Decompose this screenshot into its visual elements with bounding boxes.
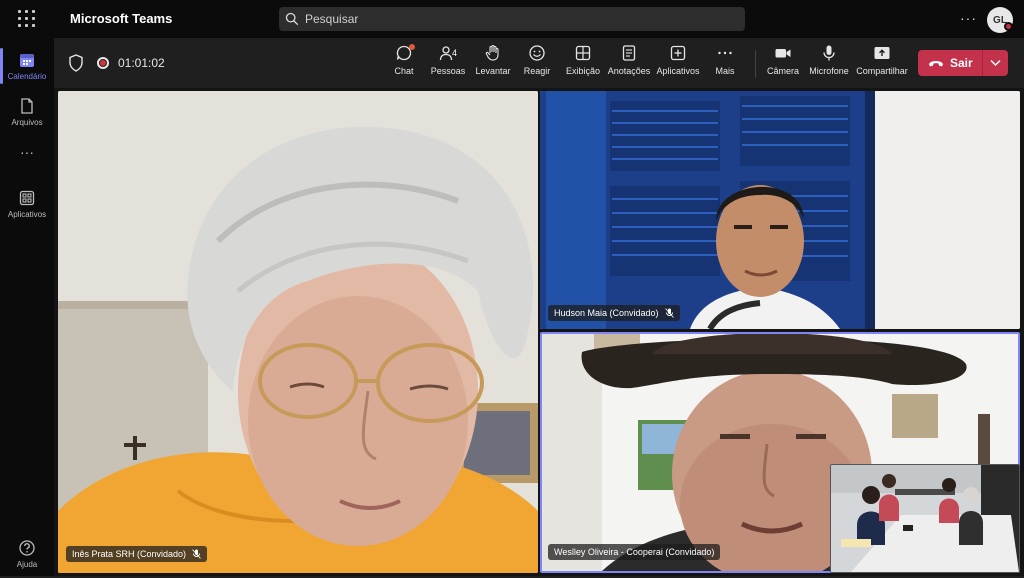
settings-more-button[interactable]: ··· [960, 10, 977, 26]
search-icon [285, 12, 299, 26]
people-count: 4 [452, 48, 458, 58]
microphone-button[interactable]: Microfone [808, 44, 850, 84]
app-rail: Calendário Arquivos ··· Aplicativos Ajud… [0, 38, 54, 576]
leave-options-button[interactable] [983, 50, 1008, 76]
hang-up-icon [929, 61, 943, 67]
react-label: Reagir [523, 66, 551, 76]
app-title: Microsoft Teams [70, 11, 173, 26]
rail-item-label: Aplicativos [7, 210, 47, 219]
people-button-label: Pessoas [430, 66, 466, 76]
search-box[interactable] [279, 7, 745, 31]
recording-indicator-icon [97, 57, 109, 69]
add-apps-icon [670, 45, 686, 61]
participant-name: Weslley Oliveira - Cooperai (Convidado) [554, 547, 715, 557]
react-button[interactable]: Reagir [521, 44, 553, 84]
camera-icon [775, 49, 791, 58]
notes-button[interactable]: Anotações [607, 44, 651, 84]
microphone-label: Microfone [809, 66, 849, 76]
chat-button-label: Chat [394, 66, 414, 76]
more-label: Mais [715, 66, 735, 76]
mic-muted-icon [192, 549, 201, 559]
mic-muted-icon [664, 308, 674, 318]
presence-status-icon [1004, 22, 1013, 31]
chevron-down-icon [990, 59, 1001, 67]
shield-icon[interactable] [68, 54, 84, 72]
rail-item-label: Calendário [7, 72, 47, 81]
camera-button[interactable]: Câmera [767, 44, 799, 84]
rail-item-calendar[interactable]: Calendário [0, 42, 54, 90]
notes-icon [622, 45, 636, 61]
rail-item-apps[interactable]: Aplicativos [0, 180, 54, 228]
rail-more-button[interactable]: ··· [0, 144, 54, 160]
file-icon [21, 98, 33, 114]
meeting-timer: 01:01:02 [118, 56, 165, 70]
raise-hand-button[interactable]: Levantar [474, 44, 512, 84]
react-icon [529, 45, 545, 61]
self-view-video[interactable] [830, 464, 1020, 573]
chat-unread-dot [409, 44, 415, 50]
add-apps-button[interactable]: Aplicativos [655, 44, 701, 84]
help-icon [19, 540, 35, 556]
rail-item-files[interactable]: Arquivos [0, 88, 54, 136]
video-tile-hudson[interactable]: Hudson Maia (Convidado) [540, 91, 1020, 329]
chat-button[interactable]: Chat [390, 44, 418, 84]
leave-label: Sair [950, 56, 973, 70]
video-tile-ines[interactable]: Inês Prata SRH (Convidado) [58, 91, 538, 573]
rail-item-label: Arquivos [11, 118, 43, 127]
participant-video [58, 91, 538, 573]
leave-button[interactable]: Sair [918, 50, 982, 76]
participant-name: Hudson Maia (Convidado) [554, 308, 659, 318]
more-button[interactable]: Mais [711, 44, 739, 84]
meeting-toolbar: 01:01:02 Chat 4 Pessoas Levantar Reagir … [54, 38, 1024, 88]
participant-name-tag: Inês Prata SRH (Convidado) [66, 546, 208, 562]
participant-video [831, 465, 1019, 572]
camera-label: Câmera [767, 66, 800, 76]
share-icon [874, 47, 890, 59]
microphone-icon [823, 45, 835, 61]
raise-hand-icon [485, 44, 499, 61]
raise-hand-label: Levantar [475, 66, 511, 76]
view-label: Exibição [565, 66, 601, 76]
share-button[interactable]: Compartilhar [855, 44, 909, 84]
participant-name-tag: Weslley Oliveira - Cooperai (Convidado) [548, 544, 721, 560]
notes-label: Anotações [607, 66, 651, 76]
title-bar: Microsoft Teams ··· GL [0, 0, 1024, 38]
view-icon [575, 45, 591, 61]
rail-item-help[interactable]: Ajuda [0, 530, 54, 578]
leave-button-group: Sair [918, 50, 1008, 76]
participant-name: Inês Prata SRH (Convidado) [72, 549, 187, 559]
search-input[interactable] [305, 12, 725, 26]
add-apps-label: Aplicativos [656, 66, 700, 76]
participant-name-tag: Hudson Maia (Convidado) [548, 305, 680, 321]
more-icon [718, 51, 732, 55]
toolbar-divider [755, 50, 756, 78]
view-button[interactable]: Exibição [563, 44, 603, 84]
participant-video [540, 91, 1020, 329]
video-stage: Inês Prata SRH (Convidado) Hudson Maia (… [54, 88, 1024, 576]
calendar-icon [20, 54, 34, 67]
share-label: Compartilhar [856, 66, 908, 76]
apps-icon [19, 190, 35, 206]
rail-item-label: Ajuda [16, 560, 38, 569]
people-button[interactable]: 4 Pessoas [430, 44, 466, 84]
app-launcher-icon[interactable] [18, 10, 36, 28]
